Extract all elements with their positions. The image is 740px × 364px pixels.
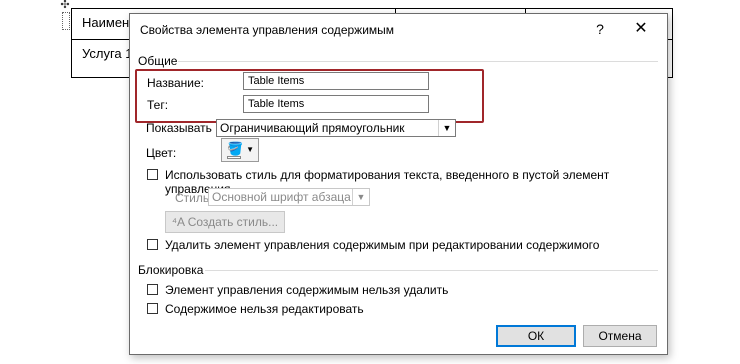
table-cell-service: Услуга 1 <box>82 46 133 61</box>
name-input[interactable] <box>243 72 429 90</box>
cannot-delete-checkbox[interactable] <box>147 284 158 295</box>
show-as-value: Ограничивающий прямоугольник <box>220 121 405 135</box>
group-label-general: Общие <box>138 54 178 68</box>
content-control-properties-dialog: Свойства элемента управления содержимым … <box>129 13 668 355</box>
table-cell-header: Наимен <box>82 15 130 30</box>
new-style-button[interactable]: ⁴A Создать стиль... <box>165 211 285 233</box>
cannot-edit-checkbox[interactable] <box>147 303 158 314</box>
group-divider <box>178 61 658 62</box>
group-divider <box>205 270 658 271</box>
close-button[interactable]: ✕ <box>626 18 656 40</box>
style-select[interactable]: Основной шрифт абзаца ▼ <box>208 188 370 206</box>
tag-input[interactable] <box>243 95 429 113</box>
style-value: Основной шрифт абзаца <box>212 190 351 204</box>
use-style-checkbox[interactable] <box>147 169 158 180</box>
group-label-locking: Блокировка <box>138 263 204 277</box>
new-style-icon: ⁴A <box>171 215 185 229</box>
cannot-delete-label: Элемент управления содержимым нельзя уда… <box>165 283 449 297</box>
style-label: Стиль: <box>175 191 213 205</box>
paint-bucket-icon: 🪣 <box>227 141 244 156</box>
tag-label: Тег: <box>147 98 169 112</box>
ok-button[interactable]: ОК <box>496 325 576 347</box>
table-move-handle-icon[interactable]: ✣ <box>60 0 70 11</box>
remove-when-edited-checkbox[interactable] <box>147 239 158 250</box>
content-control-handle[interactable] <box>62 12 70 30</box>
color-picker-button[interactable]: 🪣 ▼ <box>221 138 259 162</box>
help-button[interactable]: ? <box>588 18 612 40</box>
chevron-down-icon: ▼ <box>438 120 455 136</box>
cancel-button[interactable]: Отмена <box>583 325 657 347</box>
cannot-edit-label: Содержимое нельзя редактировать <box>165 302 364 316</box>
chevron-down-icon: ▼ <box>246 145 254 154</box>
remove-when-edited-label: Удалить элемент управления содержимым пр… <box>165 238 600 252</box>
color-label: Цвет: <box>146 146 177 160</box>
show-as-select[interactable]: Ограничивающий прямоугольник ▼ <box>216 119 456 137</box>
name-label: Название: <box>147 76 204 90</box>
new-style-label: Создать стиль... <box>187 215 279 229</box>
chevron-down-icon: ▼ <box>352 189 369 205</box>
dialog-title: Свойства элемента управления содержимым <box>140 23 395 37</box>
color-swatch <box>227 156 241 159</box>
